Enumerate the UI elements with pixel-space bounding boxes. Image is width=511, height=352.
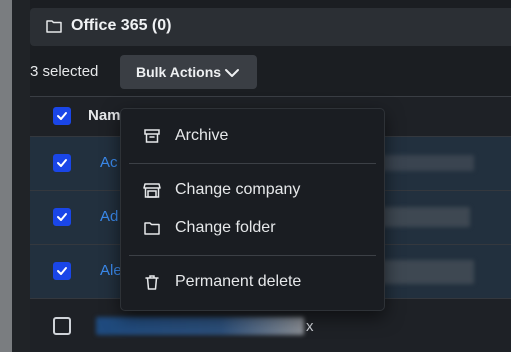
left-gutter-dark — [12, 0, 30, 352]
menu-item-change-company[interactable]: Change company — [121, 172, 384, 208]
select-all-checkbox[interactable] — [53, 107, 71, 125]
redacted-text — [380, 207, 470, 227]
folder-title: Office 365 (0) — [71, 17, 172, 34]
menu-item-label: Permanent delete — [175, 273, 302, 290]
folder-icon — [143, 219, 161, 237]
trash-icon — [143, 273, 161, 291]
left-gutter — [0, 0, 12, 352]
row-name-suffix: x — [306, 318, 314, 335]
redacted-text — [380, 155, 474, 171]
archive-icon — [143, 127, 161, 145]
menu-item-change-folder[interactable]: Change folder — [121, 210, 384, 246]
row-checkbox[interactable] — [53, 208, 71, 226]
menu-divider — [129, 163, 376, 164]
row-checkbox[interactable] — [53, 317, 71, 335]
menu-item-archive[interactable]: Archive — [121, 118, 384, 154]
menu-item-permanent-delete[interactable]: Permanent delete — [121, 264, 384, 300]
row-name-link[interactable]: Ac — [100, 154, 118, 171]
row-name-link[interactable]: Ad — [100, 208, 118, 225]
menu-item-label: Archive — [175, 127, 229, 144]
menu-item-label: Change folder — [175, 219, 276, 236]
selected-count: 3 selected — [30, 63, 99, 80]
bulk-actions-button[interactable]: Bulk Actions — [120, 55, 257, 89]
bulk-actions-label: Bulk Actions — [136, 64, 222, 80]
redacted-text — [380, 260, 474, 284]
store-icon — [143, 181, 161, 199]
bulk-actions-menu: Archive Change company Change folder Per… — [120, 108, 385, 311]
chevron-down-icon — [224, 66, 240, 78]
row-checkbox[interactable] — [53, 262, 71, 280]
row-checkbox[interactable] — [53, 154, 71, 172]
folder-header[interactable]: Office 365 (0) — [30, 8, 511, 46]
menu-divider — [129, 255, 376, 256]
folder-icon — [46, 19, 62, 33]
row-name-link[interactable]: Ale — [100, 262, 122, 279]
menu-item-label: Change company — [175, 181, 301, 198]
redacted-text — [96, 317, 304, 335]
column-header-name[interactable]: Nam — [88, 107, 121, 124]
